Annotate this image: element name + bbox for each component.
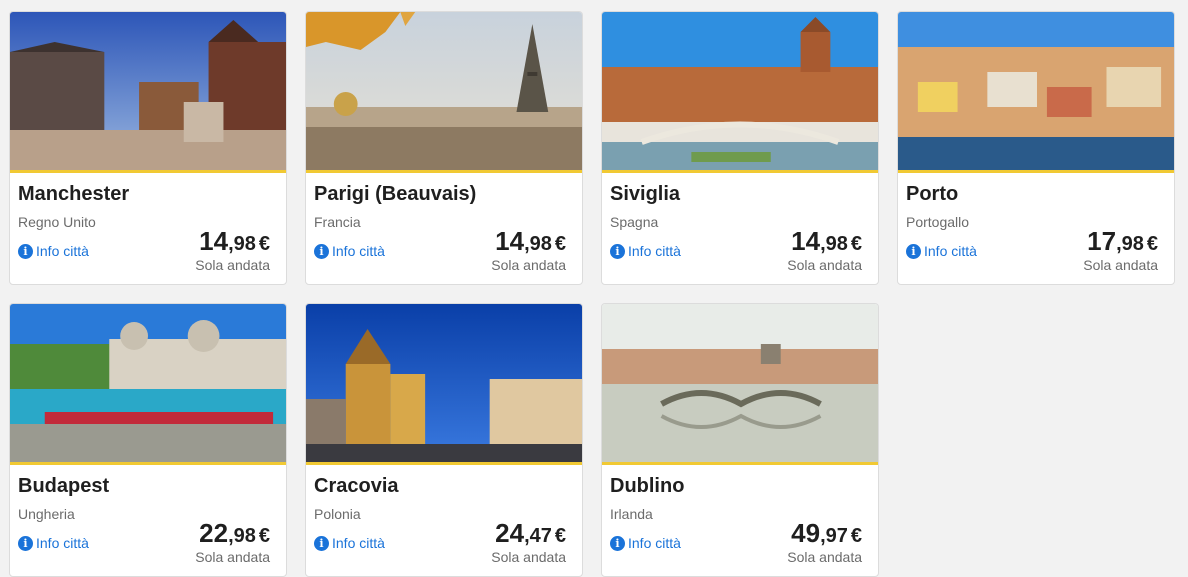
city-photo [602,12,878,173]
city-photo [898,12,1174,173]
price-decimal: ,98 [820,233,848,255]
info-icon: i [18,535,33,551]
city-photo [306,12,582,173]
price: 14,98 € [791,226,862,257]
price-currency: € [850,525,862,547]
city-info-link[interactable]: i Info città [906,243,977,259]
price-integer: 14 [199,226,229,256]
info-link-label: Info città [332,535,385,551]
city-photo [306,304,582,465]
city-info-link[interactable]: i Info città [610,535,681,551]
info-link-label: Info città [628,243,681,259]
info-icon: i [18,243,33,259]
price-currency: € [258,233,270,255]
country-name: Spagna [610,214,659,230]
country-name: Ungheria [18,506,75,522]
price-decimal: ,97 [820,525,848,547]
price-integer: 22 [199,518,229,548]
destination-card-dublino[interactable]: Dublino Irlanda i Info città 49,97 € Sola… [601,303,879,577]
info-link-label: Info città [332,243,385,259]
price: 49,97 € [791,518,862,549]
price-decimal: ,98 [524,233,552,255]
price-integer: 14 [495,226,525,256]
city-info-link[interactable]: i Info città [610,243,681,259]
fare-type: Sola andata [195,257,270,273]
price-currency: € [1146,233,1158,255]
city-name: Manchester [18,183,130,205]
price-integer: 14 [791,226,821,256]
city-name: Parigi (Beauvais) [314,183,477,205]
country-name: Polonia [314,506,361,522]
info-link-label: Info città [36,535,89,551]
price-currency: € [554,233,566,255]
price: 22,98 € [199,518,270,549]
info-icon: i [906,243,921,259]
fare-type: Sola andata [491,257,566,273]
city-info-link[interactable]: i Info città [18,535,89,551]
city-name: Siviglia [610,183,681,205]
price: 17,98 € [1087,226,1158,257]
country-name: Irlanda [610,506,653,522]
info-icon: i [610,535,625,551]
fare-type: Sola andata [1083,257,1158,273]
destination-card-parigi[interactable]: Parigi (Beauvais) Francia i Info città 1… [305,11,583,285]
destination-card-cracovia[interactable]: Cracovia Polonia i Info città 24,47 € Sol… [305,303,583,577]
country-name: Regno Unito [18,214,96,230]
price-decimal: ,47 [524,525,552,547]
price-integer: 49 [791,518,821,548]
info-icon: i [314,243,329,259]
price: 24,47 € [495,518,566,549]
destination-card-porto[interactable]: Porto Portogallo i Info città 17,98 € Sol… [897,11,1175,285]
price-currency: € [554,525,566,547]
price-integer: 24 [495,518,525,548]
country-name: Portogallo [906,214,970,230]
city-info-link[interactable]: i Info città [314,535,385,551]
country-name: Francia [314,214,361,230]
info-icon: i [314,535,329,551]
price: 14,98 € [495,226,566,257]
city-info-link[interactable]: i Info città [314,243,385,259]
info-icon: i [610,243,625,259]
destination-card-budapest[interactable]: Budapest Ungheria i Info città 22,98 € So… [9,303,287,577]
price: 14,98 € [199,226,270,257]
city-name: Dublino [610,475,685,497]
price-decimal: ,98 [228,233,256,255]
fare-type: Sola andata [195,549,270,565]
price-integer: 17 [1087,226,1117,256]
fare-type: Sola andata [787,257,862,273]
price-decimal: ,98 [228,525,256,547]
info-link-label: Info città [628,535,681,551]
fare-type: Sola andata [491,549,566,565]
city-info-link[interactable]: i Info città [18,243,89,259]
price-currency: € [258,525,270,547]
city-photo [602,304,878,465]
city-name: Budapest [18,475,110,497]
info-link-label: Info città [36,243,89,259]
info-link-label: Info città [924,243,977,259]
destination-card-siviglia[interactable]: Siviglia Spagna i Info città 14,98 € Sola… [601,11,879,285]
city-name: Cracovia [314,475,399,497]
price-currency: € [850,233,862,255]
destination-card-manchester[interactable]: Manchester Regno Unito i Info città 14,9… [9,11,287,285]
city-name: Porto [906,183,959,205]
destination-grid: Manchester Regno Unito i Info città 14,9… [0,0,1188,577]
fare-type: Sola andata [787,549,862,565]
city-photo [10,12,286,173]
price-decimal: ,98 [1116,233,1144,255]
city-photo [10,304,286,465]
